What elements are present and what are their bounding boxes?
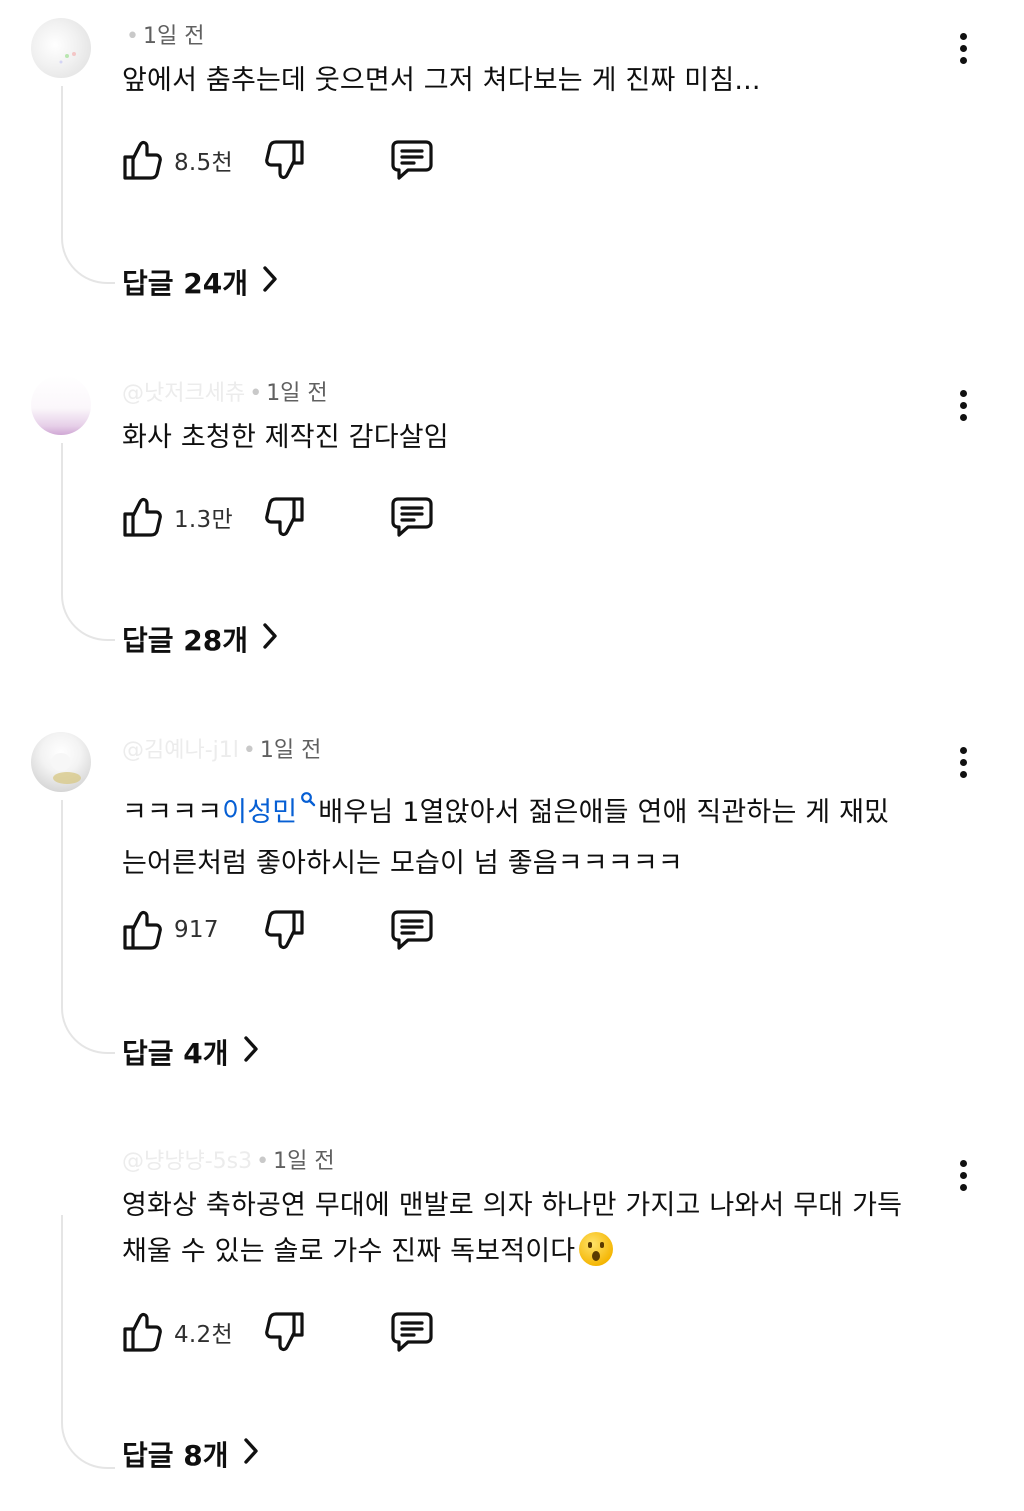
like-count: 4.2천 [174, 1322, 233, 1348]
comment-time: 1일 전 [259, 738, 322, 763]
comment-icon [390, 908, 434, 952]
reply-button[interactable] [390, 1309, 434, 1355]
more-vert-dot [959, 758, 967, 766]
comment-icon [390, 495, 434, 539]
chevron-right-icon [248, 622, 278, 657]
like-count: 1.3만 [174, 507, 233, 533]
comment-text-line: 영화상 축하공연 무대에 맨발로 의자 하나만 가지고 나와서 무대 가득 [122, 1190, 903, 1221]
more-vert-icon [959, 389, 967, 397]
more-vert-dot [959, 1183, 967, 1191]
comment-text-line: 채울 수 있는 솔로 가수 진짜 독보적이다 [122, 1229, 952, 1275]
thumbs-up-icon [122, 496, 162, 538]
more-vert-dot [959, 1171, 967, 1179]
comment-meta: @김예나-j1l • 1일 전 [122, 736, 321, 766]
like-count: 8.5천 [174, 150, 233, 176]
like-button[interactable]: 1.3만 [122, 494, 233, 540]
dislike-button[interactable] [265, 907, 305, 953]
reply-thread-line [61, 800, 115, 1054]
more-vert-dot [959, 56, 967, 64]
view-replies-button[interactable]: 답글 28개 [122, 619, 278, 659]
comment-text-line: ㅋㅋㅋㅋ이성민 배우님 1열앉아서 젊은애들 연애 직관하는 게 재밌 [122, 775, 952, 836]
comment-text-prefix: ㅋㅋㅋㅋ [122, 797, 223, 828]
dislike-button[interactable] [265, 1309, 305, 1355]
thumbs-down-icon [265, 496, 305, 538]
comment-text-rest: 배우님 1열앉아서 젊은애들 연애 직관하는 게 재밌 [318, 797, 890, 828]
comment-author[interactable]: @낫저크세츄 [122, 381, 245, 406]
comment-actions: 1.3만 [122, 494, 522, 540]
more-vert-icon [959, 32, 967, 40]
view-replies-button[interactable]: 답글 4개 [122, 1032, 259, 1072]
view-replies-button[interactable]: 답글 8개 [122, 1434, 259, 1474]
replies-label: 답글 8개 [122, 1439, 229, 1472]
surprised-face-emoji [579, 1232, 614, 1266]
mention-link[interactable]: 이성민 [222, 797, 297, 828]
comment-time: 1일 전 [273, 1149, 335, 1174]
comment-text: 화사 초청한 제작진 감다살임 [122, 422, 449, 453]
comment-icon [390, 138, 434, 182]
comment-text-line: 는어른처럼 좋아하시는 모습이 넘 좋음ㅋㅋㅋㅋㅋ [122, 848, 683, 879]
more-vert-dot [959, 413, 967, 421]
reply-button[interactable] [390, 907, 434, 953]
replies-label: 답글 28개 [122, 624, 248, 657]
more-options-button[interactable] [950, 28, 976, 68]
like-button[interactable]: 4.2천 [122, 1309, 233, 1355]
more-options-button[interactable] [950, 1155, 976, 1195]
search-icon [300, 775, 316, 807]
dislike-button[interactable] [265, 494, 305, 540]
comment-time: 1일 전 [266, 381, 328, 406]
reply-thread-line [61, 1215, 115, 1469]
meta-separator: • [242, 738, 256, 763]
comment-text: ㅋㅋㅋㅋ이성민 배우님 1열앉아서 젊은애들 연애 직관하는 게 재밌 는어른처럼… [122, 775, 952, 887]
chevron-right-icon [229, 1437, 259, 1472]
meta-separator: • [256, 1149, 270, 1174]
comment-time: 1일 전 [142, 24, 205, 49]
avatar[interactable] [31, 732, 91, 792]
more-options-button[interactable] [950, 385, 976, 425]
more-vert-dot [959, 770, 967, 778]
comment-text-line2: 채울 수 있는 솔로 가수 진짜 독보적이다 [122, 1236, 576, 1267]
replies-label: 답글 4개 [122, 1037, 229, 1070]
comment-icon [390, 1310, 434, 1354]
dislike-button[interactable] [265, 137, 305, 183]
chevron-right-icon [248, 265, 278, 300]
comment-actions: 4.2천 [122, 1309, 522, 1355]
reply-button[interactable] [390, 494, 434, 540]
more-vert-dot [959, 401, 967, 409]
more-vert-dot [959, 44, 967, 52]
comment-actions: 917 [122, 907, 522, 953]
comment-meta: @낫저크세츄 • 1일 전 [122, 379, 328, 409]
comment-meta: • 1일 전 [122, 22, 204, 52]
reply-thread-line [61, 86, 115, 284]
comment-text: 영화상 축하공연 무대에 맨발로 의자 하나만 가지고 나와서 무대 가득 채울… [122, 1183, 952, 1275]
like-button[interactable]: 8.5천 [122, 137, 233, 183]
comment-author[interactable]: @김예나-j1l [122, 738, 239, 763]
thumbs-up-icon [122, 909, 162, 951]
reply-button[interactable] [390, 137, 434, 183]
reply-thread-line [61, 443, 115, 641]
thumbs-up-icon [122, 1311, 162, 1353]
meta-separator: • [126, 24, 139, 49]
like-count: 917 [174, 917, 219, 943]
like-button[interactable]: 917 [122, 907, 219, 953]
more-vert-icon [959, 746, 967, 754]
chevron-right-icon [229, 1035, 259, 1070]
thumbs-down-icon [265, 909, 305, 951]
more-vert-icon [959, 1159, 967, 1167]
more-options-button[interactable] [950, 742, 976, 782]
avatar[interactable] [31, 18, 91, 78]
meta-separator: • [249, 381, 263, 406]
replies-label: 답글 24개 [122, 267, 248, 300]
comment-text: 앞에서 춤추는데 웃으면서 그저 쳐다보는 게 진짜 미침... [122, 65, 761, 96]
thumbs-up-icon [122, 139, 162, 181]
comment-actions: 8.5천 [122, 137, 522, 183]
thumbs-down-icon [265, 139, 305, 181]
comment-author[interactable]: @냥냥냥-5s3 [122, 1149, 252, 1174]
thumbs-down-icon [265, 1311, 305, 1353]
view-replies-button[interactable]: 답글 24개 [122, 262, 278, 302]
avatar[interactable] [31, 375, 91, 435]
comment-meta: @냥냥냥-5s3 • 1일 전 [122, 1147, 335, 1177]
